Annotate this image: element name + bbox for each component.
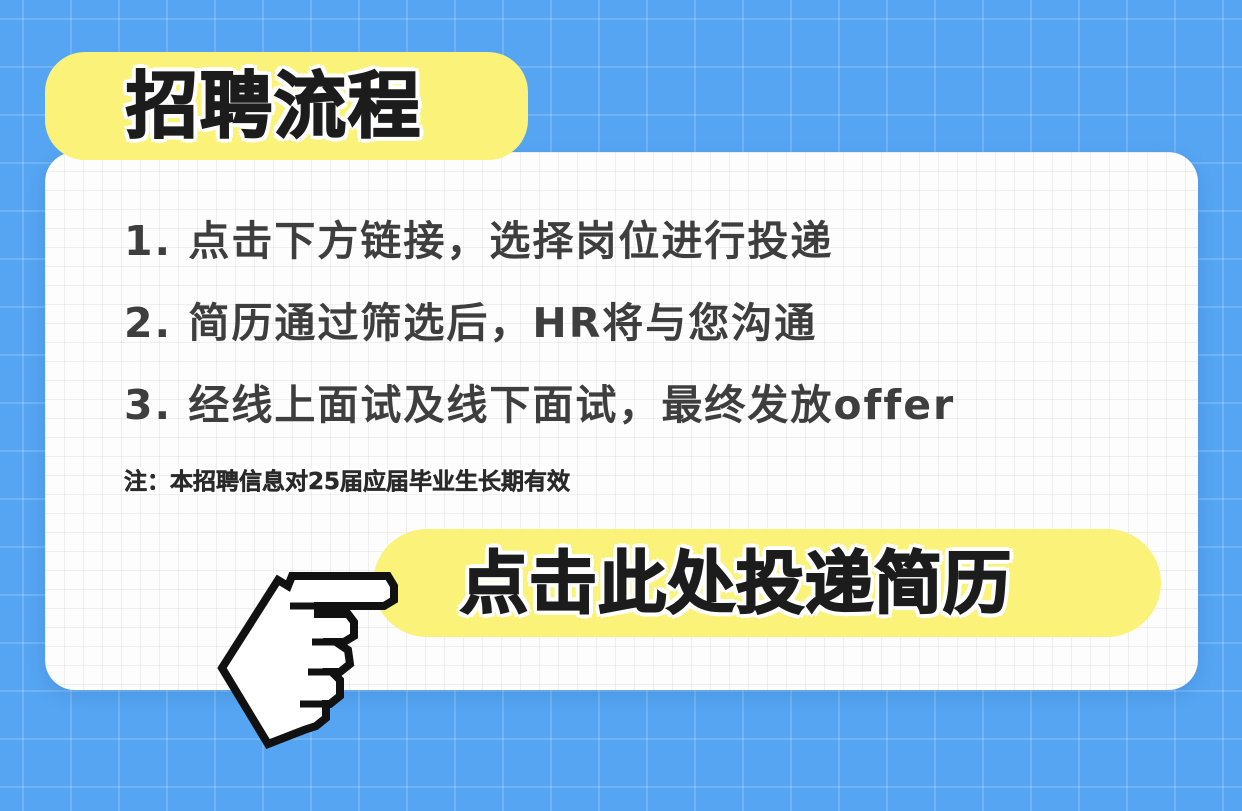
validity-note: 注：本招聘信息对25届应届毕业生长期有效 — [124, 469, 571, 496]
process-steps: 1. 点击下方链接，选择岗位进行投递 2. 简历通过筛选后，HR将与您沟通 3.… — [124, 200, 955, 446]
step-item-3: 3. 经线上面试及线下面试，最终发放offer — [124, 381, 956, 429]
pointing-hand-cursor-icon — [217, 572, 398, 749]
page-title: 招聘流程 — [125, 63, 423, 149]
step-item-2: 2. 简历通过筛选后，HR将与您沟通 — [124, 299, 818, 347]
apply-button-label[interactable]: 点击此处投递简历 — [459, 540, 1012, 630]
step-item-1: 1. 点击下方链接，选择岗位进行投递 — [124, 217, 834, 265]
